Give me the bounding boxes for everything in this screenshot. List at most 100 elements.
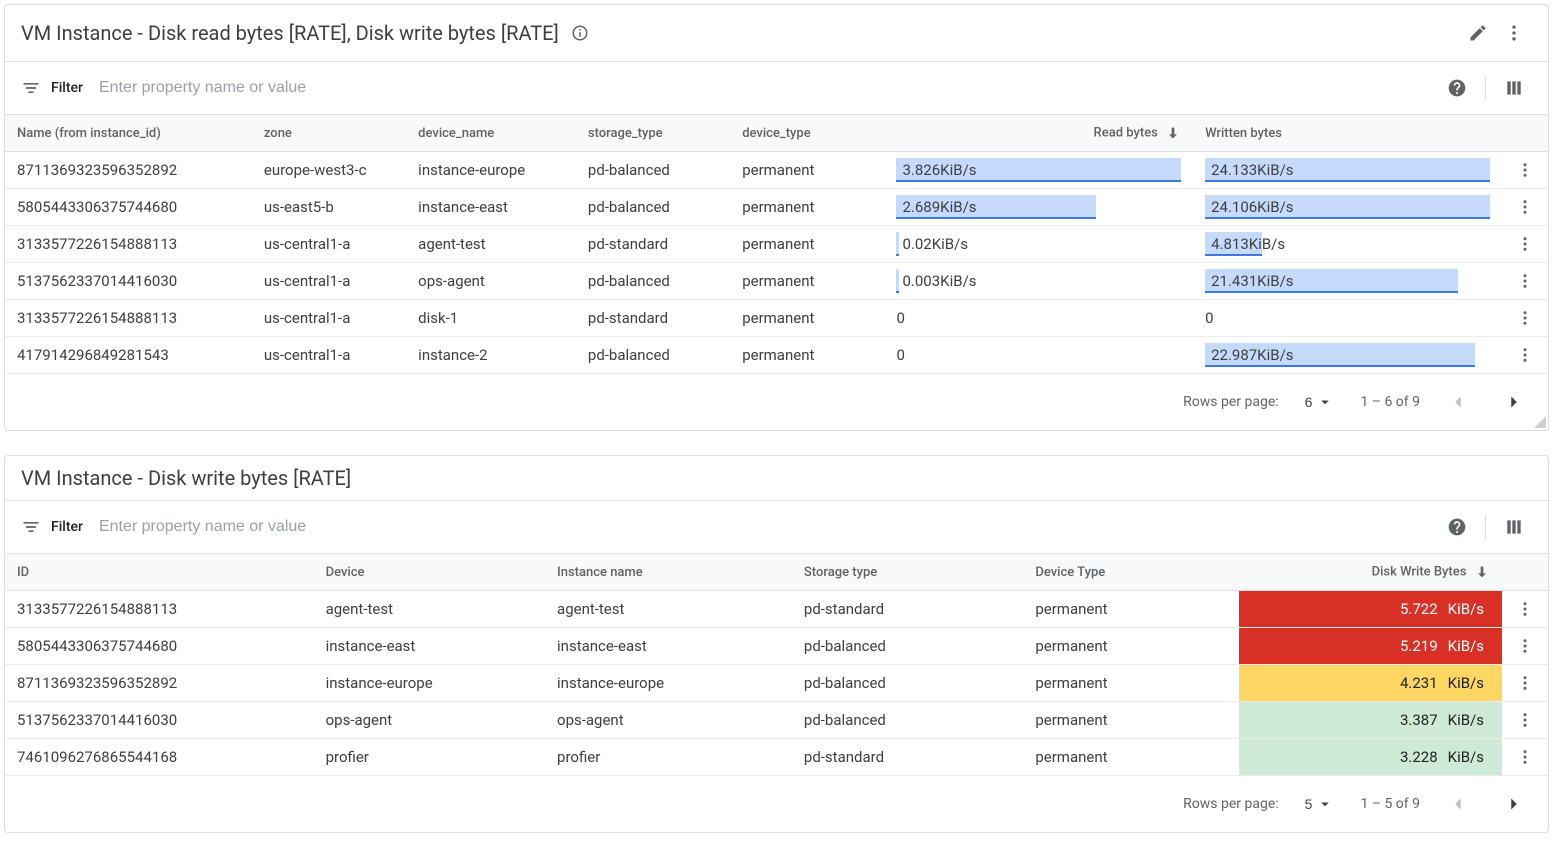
cell-device: agent-test [314,591,545,628]
next-page-icon[interactable] [1496,384,1532,420]
cell-storage: pd-balanced [792,665,1023,702]
col-instance[interactable]: Instance name [545,554,792,591]
pagination-range: 1 – 6 of 9 [1360,394,1420,410]
prev-page-icon[interactable] [1440,786,1476,822]
cell-write: 24.133KiB/s [1193,152,1502,189]
row-more-icon[interactable] [1507,152,1543,188]
cell-storage: pd-balanced [792,702,1023,739]
prev-page-icon[interactable] [1440,384,1476,420]
cell-zone: us-east5-b [252,189,406,226]
cell-metric: 5.219KiB/s [1239,628,1501,665]
edit-icon[interactable] [1460,15,1496,51]
row-more-icon[interactable] [1507,226,1543,262]
cell-storage: pd-standard [576,300,730,337]
cell-dtype: permanent [1023,702,1239,739]
cell-name: 8711369323596352892 [5,152,252,189]
cell-storage: pd-balanced [576,152,730,189]
bar-cell: 0.003KiB/s [896,269,1181,293]
row-more-icon[interactable] [1507,591,1543,627]
cell-storage: pd-balanced [576,263,730,300]
row-more-icon[interactable] [1507,337,1543,373]
panel-header: VM Instance - Disk read bytes [RATE], Di… [5,5,1548,62]
filter-icon [21,517,41,537]
table-row: 3133577226154888113us-central1-aagent-te… [5,226,1548,263]
filter-input[interactable] [97,517,1439,537]
col-dtype[interactable]: device_type [730,115,884,152]
more-vert-icon[interactable] [1496,15,1532,51]
cell-storage: pd-balanced [792,628,1023,665]
cell-zone: us-central1-a [252,300,406,337]
columns-icon[interactable] [1496,70,1532,106]
filter-bar: Filter [5,62,1548,115]
row-more-icon[interactable] [1507,263,1543,299]
col-storage[interactable]: storage_type [576,115,730,152]
table-row: 5805443306375744680instance-eastinstance… [5,628,1548,665]
bar-cell: 2.689KiB/s [896,195,1181,219]
sort-desc-icon [1474,564,1490,580]
cell-device: ops-agent [406,263,576,300]
rows-per-page-select[interactable]: 5 [1299,794,1341,814]
cell-dtype: permanent [730,189,884,226]
table-row: 8711369323596352892europe-west3-cinstanc… [5,152,1548,189]
cell-dtype: permanent [730,226,884,263]
cell-id: 5137562337014416030 [5,702,314,739]
bar-cell: 0 [896,306,1181,330]
row-more-icon[interactable] [1507,665,1543,701]
help-icon[interactable] [1439,509,1475,545]
cell-device: profier [314,739,545,776]
col-device[interactable]: Device [314,554,545,591]
table-disk-write: ID Device Instance name Storage type Dev… [5,554,1548,776]
cell-device: instance-europe [406,152,576,189]
col-zone[interactable]: zone [252,115,406,152]
row-more-icon[interactable] [1507,739,1543,775]
cell-name: 5137562337014416030 [5,263,252,300]
col-id[interactable]: ID [5,554,314,591]
cell-storage: pd-standard [576,226,730,263]
table-row: 3133577226154888113agent-testagent-testp… [5,591,1548,628]
cell-instance: ops-agent [545,702,792,739]
cell-storage: pd-balanced [576,337,730,374]
panel-disk-write: VM Instance - Disk write bytes [RATE] Fi… [4,455,1549,833]
cell-device: instance-europe [314,665,545,702]
col-metric[interactable]: Disk Write Bytes [1239,554,1501,591]
filter-input[interactable] [97,78,1439,98]
col-write[interactable]: Written bytes [1193,115,1502,152]
table-disk-rw: Name (from instance_id) zone device_name… [5,115,1548,374]
table-row: 3133577226154888113us-central1-adisk-1pd… [5,300,1548,337]
resize-handle-icon[interactable] [1534,416,1546,428]
filter-bar: Filter [5,501,1548,554]
cell-zone: europe-west3-c [252,152,406,189]
col-read[interactable]: Read bytes [884,115,1193,152]
cell-instance: agent-test [545,591,792,628]
row-more-icon[interactable] [1507,189,1543,225]
row-more-icon[interactable] [1507,702,1543,738]
help-icon[interactable] [1439,70,1475,106]
panel-title: VM Instance - Disk read bytes [RATE], Di… [21,21,559,45]
col-metric-label: Disk Write Bytes [1372,564,1467,579]
col-device[interactable]: device_name [406,115,576,152]
rows-per-page-select[interactable]: 6 [1299,392,1341,412]
divider [1485,76,1486,100]
row-more-icon[interactable] [1507,300,1543,336]
bar-cell: 21.431KiB/s [1205,269,1490,293]
cell-write: 24.106KiB/s [1193,189,1502,226]
next-page-icon[interactable] [1496,786,1532,822]
bar-cell: 4.813KiB/s [1205,232,1490,256]
bar-cell: 0 [1205,306,1490,330]
rows-per-page-label: Rows per page: [1183,394,1278,410]
info-icon[interactable] [571,24,589,42]
filter-label: Filter [51,80,83,96]
cell-write: 0 [1193,300,1502,337]
col-name[interactable]: Name (from instance_id) [5,115,252,152]
col-dtype[interactable]: Device Type [1023,554,1239,591]
cell-device: ops-agent [314,702,545,739]
cell-read: 0.02KiB/s [884,226,1193,263]
col-storage[interactable]: Storage type [792,554,1023,591]
cell-instance: instance-europe [545,665,792,702]
row-more-icon[interactable] [1507,628,1543,664]
columns-icon[interactable] [1496,509,1532,545]
cell-storage: pd-standard [792,739,1023,776]
rows-per-page-value: 5 [1305,796,1313,812]
cell-name: 3133577226154888113 [5,226,252,263]
pagination: Rows per page: 5 1 – 5 of 9 [5,776,1548,832]
